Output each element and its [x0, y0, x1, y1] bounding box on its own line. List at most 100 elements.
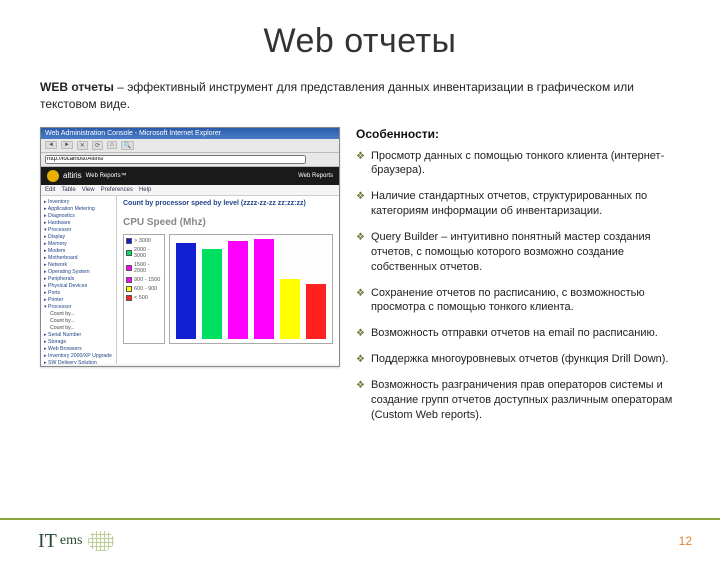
tree-node[interactable]: ▸ Display: [44, 234, 113, 241]
ie-titlebar: Web Administration Console - Microsoft I…: [41, 128, 339, 139]
home-icon[interactable]: ⌂: [107, 141, 117, 149]
legend-item: 900 - 1500: [126, 277, 162, 283]
tree-node[interactable]: ▸ SW Delivery Solution: [44, 360, 113, 364]
altiris-brand: altiris: [63, 171, 82, 180]
feature-text: Возможность отправки отчетов на email по…: [371, 326, 658, 341]
chart-area: Count by processor speed by level (zzzz-…: [117, 196, 339, 364]
chart-bar: [254, 239, 274, 339]
altiris-menubar: Edit Table View Preferences Help: [41, 185, 339, 196]
legend-item: < 500: [126, 295, 162, 301]
features-heading: Особенности:: [356, 127, 690, 141]
feature-text: Query Builder – интуитивно понятный маст…: [371, 230, 690, 275]
page-title: Web отчеты: [0, 22, 720, 61]
menu-table[interactable]: Table: [61, 187, 75, 193]
feature-text: Просмотр данных с помощью тонкого клиент…: [371, 149, 690, 179]
tree-node[interactable]: ▸ Inventory 2000/XP Upgrade: [44, 353, 113, 360]
globe-icon: [88, 531, 114, 551]
subtitle-bold: WEB отчеты: [40, 80, 114, 94]
legend-item: > 3000: [126, 238, 162, 244]
feature-item: ❖Наличие стандартных отчетов, структурир…: [356, 189, 690, 219]
logo-it: IT: [38, 530, 57, 553]
chart-caption: CPU Speed (Mhz): [123, 217, 333, 228]
tree-node[interactable]: Count by...: [44, 325, 113, 332]
tree-node[interactable]: Count by...: [44, 311, 113, 318]
legend-item: 600 - 900: [126, 286, 162, 292]
altiris-webreports-label: Web Reports: [298, 173, 333, 179]
feature-item: ❖Просмотр данных с помощью тонкого клиен…: [356, 149, 690, 179]
report-title: Count by processor speed by level (zzzz-…: [123, 200, 333, 207]
altiris-logo-icon: [47, 170, 59, 182]
tree-node[interactable]: ▸ Storage: [44, 339, 113, 346]
tree-node[interactable]: ▸ Ports: [44, 290, 113, 297]
altiris-header: altiris Web Reports™ Web Reports: [41, 167, 339, 185]
chart-bar: [228, 241, 248, 339]
tree-node[interactable]: ▸ Peripherals: [44, 276, 113, 283]
legend-label: 900 - 1500: [134, 277, 160, 283]
menu-help[interactable]: Help: [139, 187, 151, 193]
tree-node[interactable]: ▸ Physical Devices: [44, 283, 113, 290]
feature-item: ❖Поддержка многоуровневых отчетов (функц…: [356, 352, 690, 367]
footer-logo: ITems: [38, 530, 114, 553]
embedded-screenshot: Web Administration Console - Microsoft I…: [40, 127, 340, 367]
feature-item: ❖Сохранение отчетов по расписанию, с воз…: [356, 286, 690, 316]
slide-footer: ITems 12: [0, 518, 720, 562]
legend-item: 2000 - 3000: [126, 247, 162, 259]
tree-node[interactable]: ▸ Motherboard: [44, 255, 113, 262]
chart-bars: [169, 234, 333, 344]
tree-node[interactable]: Count by...: [44, 318, 113, 325]
diamond-bullet-icon: ❖: [356, 231, 365, 275]
menu-edit[interactable]: Edit: [45, 187, 55, 193]
legend-swatch: [126, 286, 132, 292]
legend-label: 1500 - 2000: [134, 262, 162, 274]
chart-legend: > 3000 2000 - 3000 1500 - 2000 900 - 1500 60…: [123, 234, 165, 344]
content-row: Web Administration Console - Microsoft I…: [40, 127, 690, 434]
back-icon[interactable]: ◄: [45, 141, 57, 149]
tree-node[interactable]: ▸ Network: [44, 262, 113, 269]
diamond-bullet-icon: ❖: [356, 190, 365, 219]
diamond-bullet-icon: ❖: [356, 150, 365, 179]
features-panel: Особенности: ❖Просмотр данных с помощью …: [356, 127, 690, 434]
stop-icon[interactable]: ✕: [77, 141, 88, 150]
altiris-brand-suffix: Web Reports™: [86, 173, 127, 179]
tree-node[interactable]: ▸ Modem: [44, 248, 113, 255]
tree-node[interactable]: ▸ Memory: [44, 241, 113, 248]
ie-toolbar: ◄ ► ✕ ⟳ ⌂ 🔍: [41, 139, 339, 153]
ie-addressbar: [41, 153, 339, 167]
diamond-bullet-icon: ❖: [356, 327, 365, 341]
tree-node[interactable]: ▸ Web Browsers: [44, 346, 113, 353]
feature-item: ❖Возможность разграничения прав оператор…: [356, 378, 690, 423]
diamond-bullet-icon: ❖: [356, 287, 365, 316]
page-number: 12: [679, 534, 692, 548]
chart-bar: [202, 249, 222, 339]
feature-text: Сохранение отчетов по расписанию, с возм…: [371, 286, 690, 316]
menu-preferences[interactable]: Preferences: [101, 187, 133, 193]
tree-node[interactable]: ▸ Application Metering: [44, 206, 113, 213]
feature-text: Поддержка многоуровневых отчетов (функци…: [371, 352, 669, 367]
search-icon[interactable]: 🔍: [121, 141, 134, 150]
legend-label: > 3000: [134, 238, 151, 244]
legend-swatch: [126, 265, 132, 271]
legend-swatch: [126, 250, 132, 256]
refresh-icon[interactable]: ⟳: [92, 141, 103, 150]
tree-node[interactable]: ▸ Operating System: [44, 269, 113, 276]
report-tree[interactable]: ▸ Inventory▸ Application Metering▸ Diagn…: [41, 196, 117, 364]
feature-text: Возможность разграничения прав операторо…: [371, 378, 690, 423]
diamond-bullet-icon: ❖: [356, 379, 365, 423]
tree-node[interactable]: ▸ Inventory: [44, 199, 113, 206]
menu-view[interactable]: View: [82, 187, 95, 193]
tree-node[interactable]: ▸ Hardware: [44, 220, 113, 227]
chart-bar: [280, 279, 300, 339]
subtitle-rest: – эффективный инструмент для представлен…: [40, 80, 634, 111]
address-input[interactable]: [45, 155, 306, 164]
forward-icon[interactable]: ►: [61, 141, 73, 149]
tree-node[interactable]: ▸ Serial Number: [44, 332, 113, 339]
tree-node[interactable]: ▸ Printer: [44, 297, 113, 304]
logo-ems: ems: [60, 533, 83, 549]
tree-node[interactable]: ▾ Processor: [44, 227, 113, 234]
tree-node[interactable]: ▾ Processor: [44, 304, 113, 311]
legend-label: 2000 - 3000: [134, 247, 162, 259]
tree-node[interactable]: ▸ Diagnostics: [44, 213, 113, 220]
chart-bar: [306, 284, 326, 339]
page-subtitle: WEB отчеты – эффективный инструмент для …: [40, 79, 680, 113]
feature-text: Наличие стандартных отчетов, структуриро…: [371, 189, 690, 219]
